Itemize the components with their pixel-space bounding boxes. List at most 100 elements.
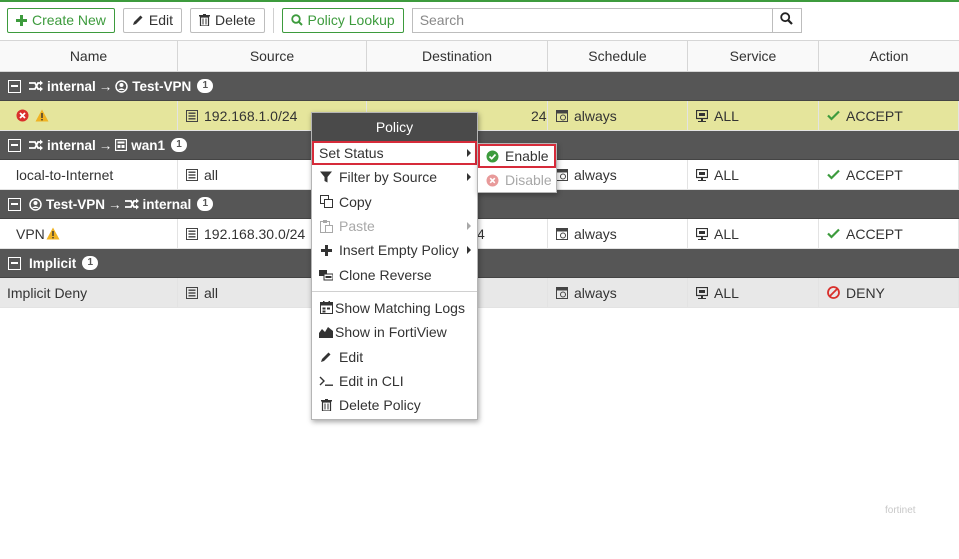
policy-lookup-button[interactable]: Policy Lookup: [281, 7, 404, 33]
schedule-value: always: [574, 284, 617, 301]
group-to: Test-VPN: [132, 78, 192, 94]
menu-item-insert-empty-policy[interactable]: Insert Empty Policy: [312, 238, 477, 262]
filter-icon: [319, 171, 333, 183]
menu-item-copy[interactable]: Copy: [312, 190, 477, 214]
menu-item-label: Edit in CLI: [339, 372, 404, 389]
menu-item-label: Paste: [339, 218, 375, 235]
vpn-tunnel-icon: [115, 79, 129, 93]
collapse-toggle[interactable]: [8, 197, 21, 211]
group-arrow: →: [108, 196, 122, 212]
menu-item-delete-policy[interactable]: Delete Policy: [312, 393, 477, 417]
service-icon: [696, 109, 708, 122]
collapse-toggle[interactable]: [8, 79, 21, 93]
schedule-icon: [556, 227, 568, 240]
area-chart-icon: [319, 326, 333, 339]
menu-item-label: Copy: [339, 193, 372, 210]
cell-service: ALL: [688, 278, 819, 307]
column-header-source[interactable]: Source: [178, 41, 367, 71]
menu-item-paste[interactable]: Paste: [312, 214, 477, 238]
table-row[interactable]: Implicit Deny all always ALL DENY: [0, 278, 959, 308]
action-value: ACCEPT: [846, 107, 903, 124]
column-header-schedule[interactable]: Schedule: [548, 41, 688, 71]
menu-item-clone-reverse[interactable]: Clone Reverse: [312, 262, 477, 286]
group-header-implicit[interactable]: Implicit 1: [0, 249, 959, 278]
search-input[interactable]: [411, 7, 772, 33]
menu-item-edit[interactable]: Edit: [312, 344, 477, 368]
submenu-arrow-icon: [467, 149, 471, 157]
menu-item-edit-in-cli[interactable]: Edit in CLI: [312, 369, 477, 393]
plus-icon: [16, 14, 27, 26]
address-icon: [186, 227, 198, 240]
schedule-icon: [556, 286, 568, 299]
collapse-toggle[interactable]: [8, 256, 21, 270]
create-new-button[interactable]: Create New: [7, 7, 115, 33]
policy-name: local-to-Internet: [16, 166, 114, 183]
group-to: internal: [142, 196, 192, 212]
group-from: Test-VPN: [46, 196, 106, 212]
destination-value: 24: [531, 107, 547, 124]
magnifier-icon: [290, 14, 303, 26]
submenu-item-enable[interactable]: Enable: [478, 144, 556, 168]
submenu-item-disable[interactable]: Disable: [478, 168, 556, 192]
group-count-badge: 1: [82, 256, 99, 270]
cell-action: ACCEPT: [819, 219, 959, 248]
collapse-toggle[interactable]: [8, 138, 21, 152]
schedule-value: always: [574, 107, 617, 124]
cell-schedule: always: [548, 160, 688, 189]
submenu-arrow-icon: [467, 173, 471, 182]
search-button[interactable]: [771, 7, 802, 33]
menu-item-filter-by-source[interactable]: Filter by Source: [312, 165, 477, 189]
service-value: ALL: [714, 107, 739, 124]
policy-lookup-label: Policy Lookup: [307, 12, 395, 28]
check-icon: [827, 169, 840, 180]
menu-item-set-status[interactable]: Set Status: [312, 141, 477, 166]
group-count-badge: 1: [197, 197, 214, 211]
schedule-value: always: [574, 166, 617, 183]
policy-name: VPN: [16, 225, 45, 242]
destination-value: 4: [477, 225, 485, 242]
address-icon: [186, 168, 198, 181]
terminal-icon: [319, 375, 333, 387]
cell-service: ALL: [688, 219, 819, 248]
table-row[interactable]: VPN 192.168.30.0/24 4 always ALL ACCEPT: [0, 219, 959, 249]
group-arrow: →: [98, 137, 113, 153]
interface-icon: [124, 198, 139, 210]
menu-item-label: Show in FortiView: [335, 324, 447, 341]
check-icon: [827, 110, 840, 121]
cell-name: local-to-Internet: [0, 160, 178, 189]
action-value: ACCEPT: [846, 166, 903, 183]
table-header: Name Source Destination Schedule Service…: [0, 40, 959, 72]
group-header-test-vpn-internal[interactable]: Test-VPN → internal 1: [0, 190, 959, 219]
submenu-arrow-icon: [467, 246, 471, 255]
cell-action: ACCEPT: [819, 160, 959, 189]
column-header-name[interactable]: Name: [0, 41, 178, 71]
delete-button[interactable]: Delete: [190, 7, 265, 33]
group-header-internal-test-vpn[interactable]: internal → Test-VPN 1: [0, 72, 959, 101]
menu-divider: [312, 290, 477, 292]
service-icon: [696, 286, 708, 299]
menu-item-show-matching-logs[interactable]: Show Matching Logs: [312, 296, 477, 320]
column-header-service[interactable]: Service: [688, 41, 819, 71]
search-box: [411, 7, 802, 33]
menu-item-show-in-fortiview[interactable]: Show in FortiView: [312, 320, 477, 344]
menu-item-label: Show Matching Logs: [335, 299, 465, 316]
edit-label: Edit: [148, 12, 174, 28]
toolbar-divider: [272, 7, 274, 33]
column-header-destination[interactable]: Destination: [367, 41, 548, 71]
menu-item-label: Delete Policy: [339, 397, 421, 414]
context-menu-title: Policy: [312, 113, 477, 141]
cell-schedule: always: [548, 219, 688, 248]
set-status-submenu: Enable Disable: [477, 143, 557, 193]
group-count-badge: 1: [171, 138, 188, 152]
paste-icon: [319, 219, 333, 233]
create-new-label: Create New: [32, 12, 106, 28]
group-to: wan1: [131, 137, 166, 153]
edit-button[interactable]: Edit: [122, 7, 183, 33]
table-row[interactable]: 192.168.1.0/24 24 always ALL ACCEPT: [0, 101, 959, 131]
policy-name: Implicit Deny: [7, 284, 88, 301]
column-header-action[interactable]: Action: [819, 41, 959, 71]
source-value: 192.168.30.0/24: [204, 225, 306, 242]
submenu-item-label: Disable: [505, 172, 552, 188]
trash-icon: [319, 399, 333, 412]
address-icon: [186, 286, 198, 299]
